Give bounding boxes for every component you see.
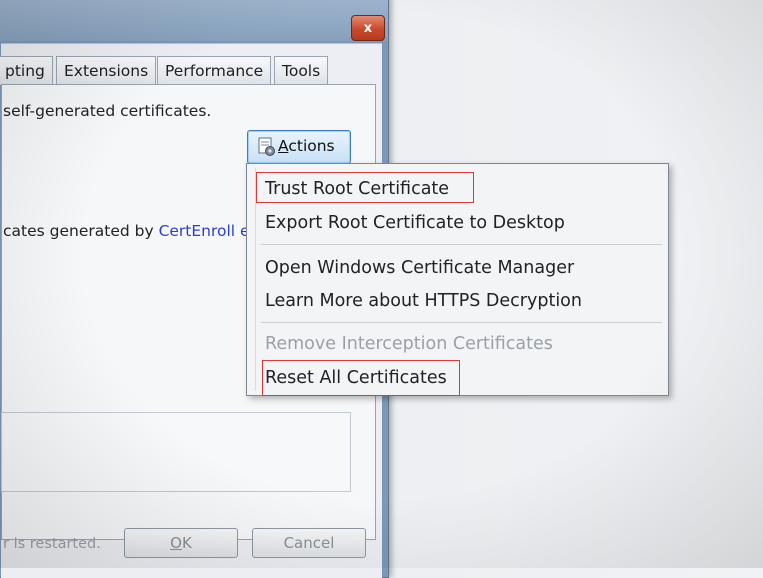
certificate-description: self-generated certificates.: [3, 102, 212, 120]
tab-performance[interactable]: Performance: [157, 56, 272, 85]
certificate-gear-icon: [258, 137, 275, 156]
restart-note: r is restarted.: [3, 536, 101, 552]
actions-button[interactable]: Actions: [247, 130, 351, 164]
menu-gutter: [255, 168, 256, 391]
actions-button-label: Actions: [278, 137, 335, 155]
tab-extensions[interactable]: Extensions: [56, 56, 157, 85]
menu-item-remove-interception-certificates: Remove Interception Certificates: [265, 334, 553, 354]
tab-decrypting[interactable]: pting: [0, 56, 53, 85]
menu-separator: [261, 322, 662, 323]
close-button[interactable]: x: [351, 15, 385, 41]
tab-tools[interactable]: Tools: [274, 56, 329, 85]
cancel-button[interactable]: Cancel: [252, 528, 366, 558]
certenroll-description: cates generated by CertEnroll e: [3, 222, 250, 240]
actions-context-menu: Trust Root Certificate Export Root Certi…: [246, 163, 669, 396]
menu-item-learn-more-https[interactable]: Learn More about HTTPS Decryption: [265, 288, 582, 314]
menu-item-open-certificate-manager[interactable]: Open Windows Certificate Manager: [265, 255, 574, 281]
dialog-titlebar: x: [0, 0, 388, 41]
ok-button[interactable]: OK: [124, 528, 238, 558]
menu-item-export-root-certificate[interactable]: Export Root Certificate to Desktop: [265, 210, 565, 236]
menu-item-reset-all-certificates[interactable]: Reset All Certificates: [265, 365, 447, 391]
menu-item-trust-root-certificate[interactable]: Trust Root Certificate: [265, 176, 449, 202]
options-groupbox: [1, 412, 351, 492]
close-icon: x: [363, 20, 373, 36]
certenroll-link[interactable]: CertEnroll e: [159, 222, 250, 240]
menu-separator: [261, 244, 662, 245]
